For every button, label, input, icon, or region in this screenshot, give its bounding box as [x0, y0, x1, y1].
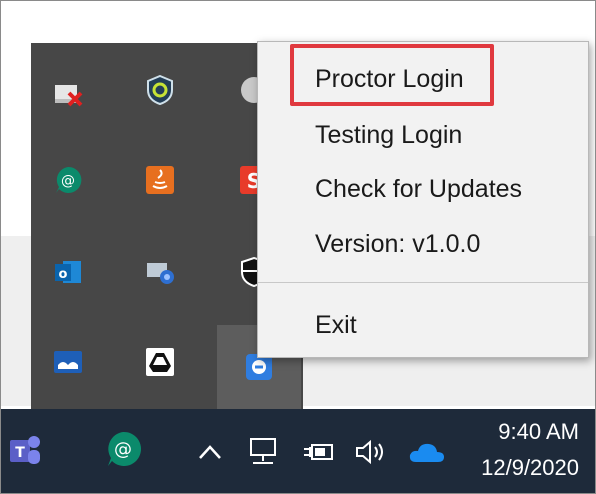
- reader-icon[interactable]: [51, 345, 85, 379]
- clock-time[interactable]: 9:40 AM: [498, 419, 579, 445]
- onedrive-icon[interactable]: [407, 437, 447, 467]
- svg-text:T: T: [15, 445, 25, 461]
- svg-text:o: o: [59, 267, 68, 282]
- svg-text:@: @: [61, 173, 75, 189]
- screenshot-frame: @ S o Proctor Login Testing Login Check …: [0, 0, 596, 494]
- network-error-icon[interactable]: [51, 77, 85, 111]
- menu-separator: [258, 282, 588, 283]
- chat-at-icon[interactable]: @: [51, 163, 85, 197]
- chevron-up-icon[interactable]: [195, 437, 225, 467]
- java-icon[interactable]: [143, 163, 177, 197]
- battery-icon[interactable]: [301, 435, 337, 469]
- teams-icon[interactable]: T: [5, 425, 45, 475]
- clock-date[interactable]: 12/9/2020: [481, 455, 579, 481]
- svg-text:@: @: [114, 439, 132, 460]
- outlook-icon[interactable]: o: [51, 255, 85, 289]
- exit-menu-item[interactable]: Exit: [258, 300, 588, 350]
- chat-at-icon[interactable]: @: [101, 427, 145, 471]
- check-for-updates-menu-item[interactable]: Check for Updates: [258, 164, 588, 214]
- testing-login-menu-item[interactable]: Testing Login: [258, 110, 588, 160]
- display-settings-icon[interactable]: [143, 255, 177, 289]
- taskbar: T @ 9:40 AM 12/9/2020: [1, 409, 595, 493]
- annotation-highlight-box: [290, 44, 494, 106]
- volume-icon[interactable]: [351, 435, 391, 469]
- shield-icon[interactable]: [143, 73, 177, 107]
- version-menu-item[interactable]: Version: v1.0.0: [258, 219, 588, 269]
- network-icon[interactable]: [245, 435, 281, 469]
- drive-icon[interactable]: [143, 345, 177, 379]
